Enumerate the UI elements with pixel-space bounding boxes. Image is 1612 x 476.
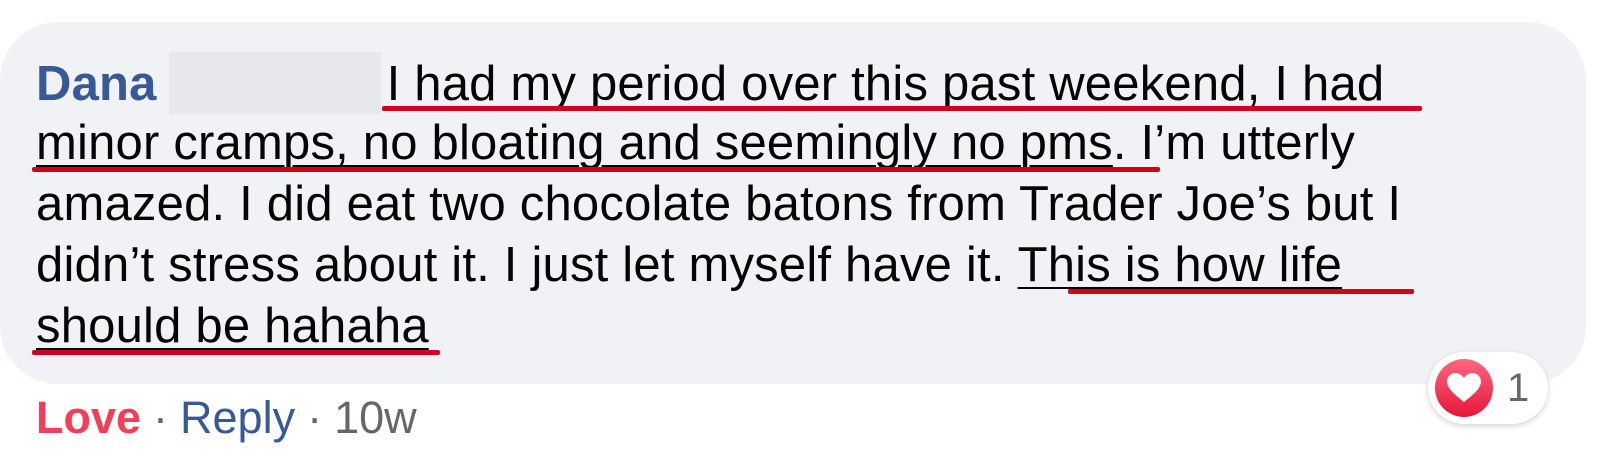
heart-icon bbox=[1435, 359, 1493, 417]
redacted-last-name bbox=[168, 52, 381, 114]
separator-dot: · bbox=[307, 392, 323, 443]
comment-text-segment: I had my period over this past weekend, … bbox=[386, 57, 1385, 111]
love-reaction-button[interactable]: Love bbox=[36, 392, 141, 443]
comment-text-segment: didn’t stress about it. I just let mysel… bbox=[36, 238, 1018, 292]
red-underline-annotation bbox=[32, 350, 440, 355]
comment: Dana I had my period over this past weeke… bbox=[0, 0, 1612, 476]
comment-body: Dana I had my period over this past weeke… bbox=[32, 52, 1556, 357]
red-underline-annotation bbox=[32, 167, 1160, 172]
comment-text-segment: should be hahaha bbox=[36, 299, 429, 353]
author-name[interactable]: Dana bbox=[36, 57, 157, 111]
reply-button[interactable]: Reply bbox=[180, 392, 295, 443]
comment-line-3: amazed. I did eat two chocolate batons f… bbox=[36, 174, 1556, 235]
red-underline-annotation bbox=[382, 106, 1422, 111]
comment-line-1: Dana I had my period over this past weeke… bbox=[36, 52, 1556, 114]
comment-text-segment: . I’m utterly bbox=[1112, 116, 1356, 170]
comment-line-2: minor cramps, no bloating and seemingly … bbox=[32, 113, 1556, 174]
comment-actions: Love · Reply · 10w bbox=[36, 388, 417, 448]
red-underline-annotation bbox=[1068, 289, 1414, 294]
comment-text-segment-highlight: This is how life bbox=[1017, 238, 1343, 292]
comment-line-4: didn’t stress about it. I just let mysel… bbox=[36, 235, 1556, 296]
comment-text-segment: amazed. I did eat two chocolate batons f… bbox=[36, 177, 1402, 231]
comment-text-segment: minor cramps, no bloating and seemingly … bbox=[36, 116, 1113, 170]
timestamp[interactable]: 10w bbox=[334, 392, 417, 443]
comment-line-5: should be hahaha bbox=[32, 296, 1556, 357]
reaction-count: 1 bbox=[1507, 365, 1530, 410]
separator-dot: · bbox=[153, 392, 169, 443]
reaction-summary[interactable]: 1 bbox=[1428, 352, 1548, 424]
